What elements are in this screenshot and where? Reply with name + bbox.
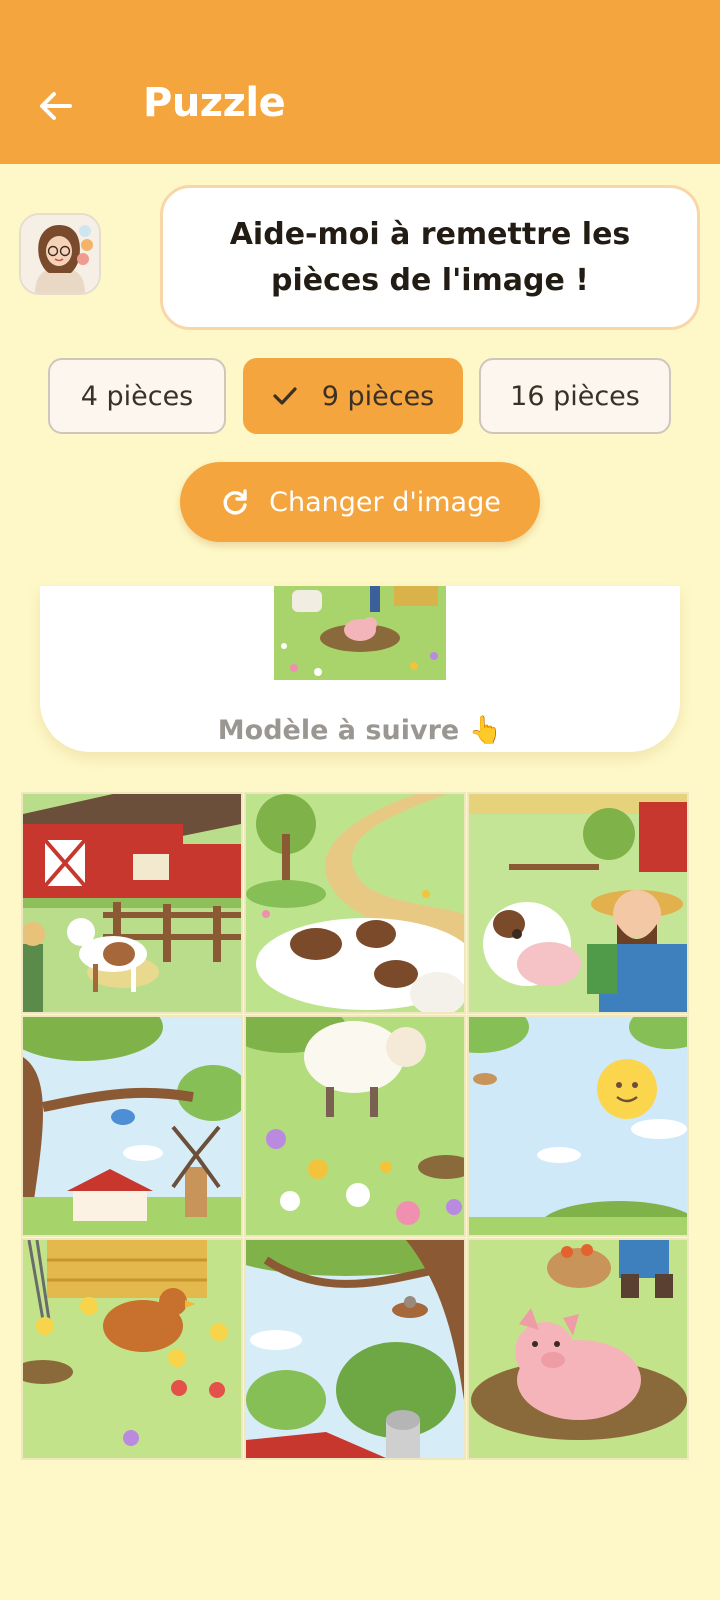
puzzle-piece-8[interactable] xyxy=(244,1238,466,1460)
option-16-pieces[interactable]: 16 pièces xyxy=(479,358,671,434)
model-label: Modèle à suivre 👆 xyxy=(217,715,503,746)
model-card: Modèle à suivre 👆 xyxy=(40,586,680,752)
change-image-button[interactable]: Changer d'image xyxy=(180,462,540,542)
model-image xyxy=(274,586,446,680)
helper-message: Aide-moi à remettre les pièces de l'imag… xyxy=(229,216,631,298)
helper-speech-bubble: Aide-moi à remettre les pièces de l'imag… xyxy=(160,185,700,330)
puzzle-piece-4[interactable] xyxy=(21,1015,243,1237)
puzzle-piece-9[interactable] xyxy=(467,1238,689,1460)
option-label: 9 pièces xyxy=(321,380,435,412)
option-label: 16 pièces xyxy=(510,380,640,412)
change-image-label: Changer d'image xyxy=(269,486,501,518)
check-icon xyxy=(273,387,297,405)
option-4-pieces[interactable]: 4 pièces xyxy=(48,358,226,434)
teacher-avatar-icon xyxy=(19,213,101,295)
option-label: 4 pièces xyxy=(80,380,194,412)
page-title: Puzzle xyxy=(143,80,286,126)
puzzle-piece-1[interactable] xyxy=(21,792,243,1014)
puzzle-piece-6[interactable] xyxy=(467,1015,689,1237)
puzzle-piece-7[interactable] xyxy=(21,1238,243,1460)
puzzle-piece-3[interactable] xyxy=(467,792,689,1014)
app-bar: Puzzle xyxy=(0,0,720,164)
option-9-pieces[interactable]: 9 pièces xyxy=(243,358,463,434)
puzzle-piece-5[interactable] xyxy=(244,1015,466,1237)
puzzle-piece-2[interactable] xyxy=(244,792,466,1014)
arrow-left-icon[interactable] xyxy=(36,86,76,126)
refresh-icon xyxy=(223,489,247,515)
puzzle-grid xyxy=(21,792,701,1472)
